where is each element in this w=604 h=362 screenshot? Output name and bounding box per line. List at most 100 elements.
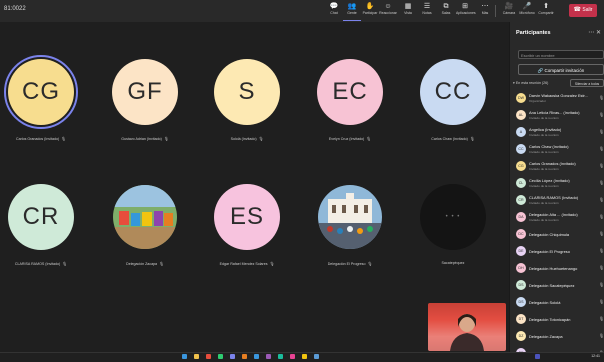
phone-icon: ☎ xyxy=(573,7,582,13)
participant-row[interactable]: DE Delegación El Progreso 🎙 xyxy=(510,243,604,260)
participant-row[interactable]: DH Delegación Huehuetenango 🎙 xyxy=(510,260,604,277)
share-invite-label: Compartir invitación xyxy=(544,68,585,73)
reactions-icon: ☺ xyxy=(384,3,392,10)
taskbar-app-icon[interactable] xyxy=(290,354,295,359)
search-input[interactable]: Escribir un nombre xyxy=(518,50,604,59)
participant-row[interactable]: DA Delegación Alta ... (Invitado) Invitado… xyxy=(510,209,604,226)
participant-role: Invitado de la reunión xyxy=(529,184,559,188)
participant-name: Cecilia López (Invitado) xyxy=(529,178,570,183)
participant-row[interactable]: DW Darvin Wakaoska Gonzalez Estr... Organi… xyxy=(510,90,604,107)
taskbar-app-icon[interactable] xyxy=(314,354,319,359)
participant-role: Invitado de la reunión xyxy=(529,150,559,154)
toolbar-button-notas[interactable]: ☰ Notas xyxy=(418,3,436,20)
tile-name-text: Sacatepéquez xyxy=(441,261,465,265)
mic-muted-icon: 🎙 xyxy=(599,129,604,134)
panel-actions: ⋯ ✕ xyxy=(588,29,601,36)
in-meeting-header[interactable]: ▾ En esta reunión (26) xyxy=(513,81,548,85)
participant-avatar: DZ xyxy=(516,331,526,341)
tile-name-text: Carlos Chaw (Invitado) xyxy=(431,137,468,141)
mic-muted-icon: 🎙 xyxy=(163,137,169,141)
participant-row[interactable]: DT Delegación Totonicapán 🎙 xyxy=(510,311,604,328)
toolbar-button-más[interactable]: ⋯ Más xyxy=(476,3,494,20)
toolbar-button-label: Cámara xyxy=(502,11,516,15)
toolbar-button-gente[interactable]: 👥 Gente xyxy=(343,3,361,21)
toolbar-button-label: Más xyxy=(481,11,489,15)
toolbar-button-micrófono[interactable]: 🎤 Micrófono xyxy=(518,3,536,20)
tile-name-text: Delegación Zacapa xyxy=(126,262,158,266)
avatar-empty: • • • xyxy=(420,184,486,250)
teams-taskbar-icon[interactable] xyxy=(535,354,540,359)
toolbar-button-label: Compartir xyxy=(538,11,554,15)
participant-row[interactable]: DZ Delegación Zacapa 🎙 xyxy=(510,328,604,345)
participant-row[interactable]: DS Delegación Sacatepéquez 🎙 xyxy=(510,277,604,294)
taskbar-app-icon[interactable] xyxy=(230,354,235,359)
toolbar-button-chat[interactable]: 💬 Chat xyxy=(325,3,343,20)
tile-name-text: CLARISA RAMOS (Invitado) xyxy=(14,262,61,266)
view-icon: ▦ xyxy=(404,3,412,10)
people-icon: 👥 xyxy=(347,3,357,10)
participant-tile-name: Evelyn Cruz (Invitado) 🎙 xyxy=(290,136,410,141)
participant-row[interactable]: AL Ana Leticia Rivas... (Invitado) Invitad… xyxy=(510,107,604,124)
taskbar-app-icon[interactable] xyxy=(266,354,271,359)
participant-row[interactable]: DS Delegación Sololá 🎙 xyxy=(510,294,604,311)
meeting-timer: 81:0022 xyxy=(4,6,26,12)
toolbar-button-aplicaciones[interactable]: ⊞ Aplicaciones xyxy=(456,3,476,20)
avatar-initials: ES xyxy=(214,184,280,250)
mute-all-button[interactable]: Silenciar a todos xyxy=(570,79,604,87)
mic-muted-icon: 🎙 xyxy=(269,262,275,266)
participant-row[interactable]: CG Carlos Granados (Invitado) Invitado de … xyxy=(510,158,604,175)
taskbar-app-icon[interactable] xyxy=(278,354,283,359)
avatar-initials: GF xyxy=(112,59,178,125)
leave-button[interactable]: ☎ Salir xyxy=(569,4,597,17)
toolbar-button-compartir[interactable]: ⬆ Compartir xyxy=(537,3,555,20)
participant-name: Carlos Chaw (Invitado) xyxy=(529,144,569,149)
participant-avatar: DA xyxy=(516,212,526,222)
taskbar-app-icon[interactable] xyxy=(194,354,199,359)
taskbar-app-icon[interactable] xyxy=(206,354,211,359)
taskbar-clock: 12:41 xyxy=(591,354,600,358)
participant-role: Invitado de la reunión xyxy=(529,167,559,171)
toolbar-button-reaccionar[interactable]: ☺ Reaccionar xyxy=(379,3,397,20)
participant-row[interactable]: DC Delegación Chiquimula 🎙 xyxy=(510,226,604,243)
participant-avatar: DC xyxy=(516,229,526,239)
participant-tile-name: Edgar Rafael Mendez Solares 🎙 xyxy=(187,261,307,266)
avatar-initials: CR xyxy=(8,184,74,250)
toolbar-button-cámara[interactable]: 🎥 Cámara xyxy=(500,3,518,20)
participant-row[interactable]: CC Carlos Chaw (Invitado) Invitado de la r… xyxy=(510,141,604,158)
toolbar-button-salas[interactable]: ⧉ Salas xyxy=(437,3,455,20)
participant-avatar: CC xyxy=(516,144,526,154)
self-view-video[interactable] xyxy=(428,303,506,351)
more-icon[interactable]: ⋯ xyxy=(588,30,594,36)
toolbar-button-participar[interactable]: ✋ Participar xyxy=(361,3,379,20)
taskbar-app-icon[interactable] xyxy=(254,354,259,359)
toolbar-divider xyxy=(495,5,496,17)
in-meeting-label: En esta reunión (26) xyxy=(515,81,549,85)
participant-row[interactable]: A Angelica (Invitado) Invitado de la reuni… xyxy=(510,124,604,141)
tile-name-text: Gustavo Adrian (Invitado) xyxy=(121,137,162,141)
toolbar-button-vista[interactable]: ▦ Vista xyxy=(399,3,417,20)
tile-name-text: Delegación El Progreso xyxy=(327,262,366,266)
taskbar-app-icon[interactable] xyxy=(242,354,247,359)
mic-muted-icon: 🎙 xyxy=(469,137,475,141)
participant-avatar: AL xyxy=(516,110,526,120)
mic-muted-icon: 🎙 xyxy=(258,137,264,141)
share-invite-button[interactable]: 🔗 Compartir invitación xyxy=(518,64,604,75)
participant-name: Delegación Sololá xyxy=(529,300,561,305)
participant-tile-name: Delegación El Progreso 🎙 xyxy=(290,261,410,266)
taskbar-app-icon[interactable] xyxy=(302,354,307,359)
tile-name-text: Evelyn Cruz (Invitado) xyxy=(328,137,365,141)
close-icon[interactable]: ✕ xyxy=(596,30,601,36)
taskbar-app-icon[interactable] xyxy=(182,354,187,359)
participant-tile-name: Carlos Chaw (Invitado) 🎙 xyxy=(393,136,513,141)
mic-muted-icon: 🎙 xyxy=(599,95,604,100)
self-view-person xyxy=(428,303,506,351)
toolbar-button-label: Participar xyxy=(362,11,378,15)
participant-row[interactable]: CR CLARISA RAMOS (Invitado) Invitado de la… xyxy=(510,192,604,209)
participant-row[interactable]: CL Cecilia López (Invitado) Invitado de la… xyxy=(510,175,604,192)
toolbar-button-label: Gente xyxy=(347,11,357,15)
participant-name: Delegación Sacatepéquez xyxy=(529,283,575,288)
participant-role: Invitado de la reunión xyxy=(529,116,559,120)
taskbar-app-icon[interactable] xyxy=(218,354,223,359)
mic-muted-icon: 🎙 xyxy=(159,262,164,266)
avatar-photo xyxy=(318,185,382,249)
